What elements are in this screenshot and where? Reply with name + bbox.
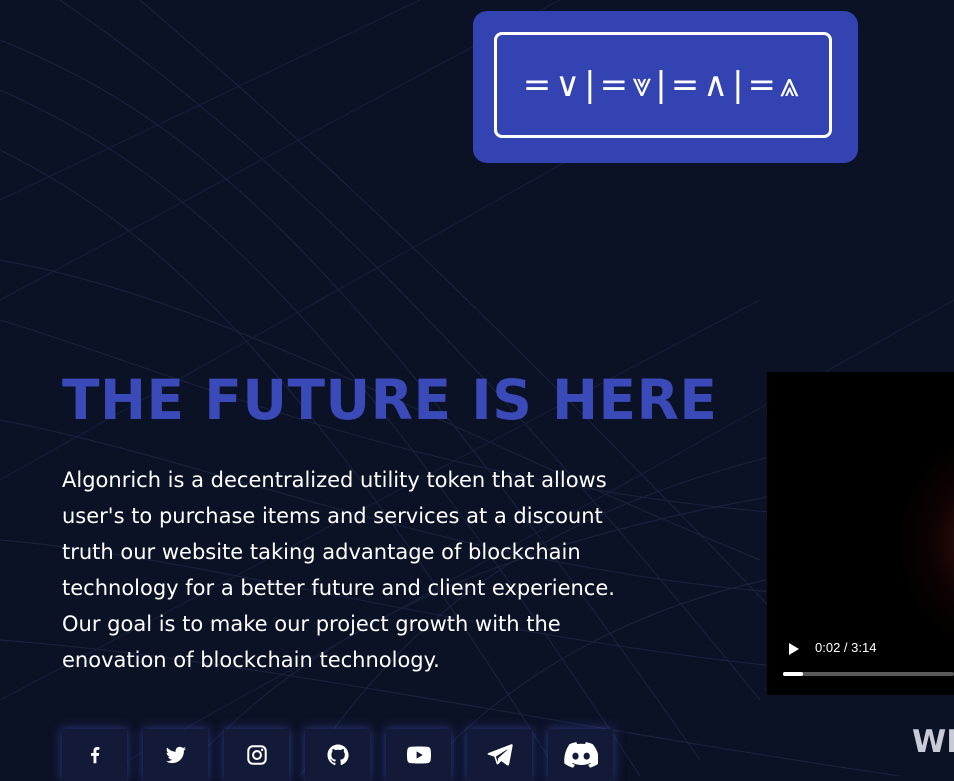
github-button[interactable] <box>305 729 370 781</box>
play-icon[interactable] <box>787 642 801 656</box>
brand-logo-text: =∨|=⩔|=∧|=⩓ <box>522 65 804 105</box>
video-progress-bar[interactable] <box>783 672 954 676</box>
hero-title: THE FUTURE IS HERE <box>62 368 718 432</box>
discord-icon <box>563 742 598 768</box>
facebook-icon <box>90 747 99 764</box>
brand-logo-frame: =∨|=⩔|=∧|=⩓ <box>494 32 832 138</box>
github-icon <box>327 744 349 766</box>
youtube-icon <box>406 746 431 764</box>
telegram-button[interactable] <box>467 729 532 781</box>
instagram-icon <box>246 745 267 765</box>
facebook-button[interactable] <box>62 729 127 781</box>
telegram-icon <box>487 744 513 766</box>
next-section-heading: WH <box>912 724 954 760</box>
hero-description: Algonrich is a decentralized utility tok… <box>62 468 615 672</box>
video-frame-glow <box>897 432 954 652</box>
youtube-button[interactable] <box>386 729 451 781</box>
discord-button[interactable] <box>548 729 613 781</box>
video-time: 0:02 / 3:14 <box>815 640 877 655</box>
brand-logo-card[interactable]: =∨|=⩔|=∧|=⩓ <box>473 11 858 163</box>
twitter-button[interactable] <box>143 729 208 781</box>
twitter-icon <box>165 746 186 764</box>
instagram-button[interactable] <box>224 729 289 781</box>
video-progress-fill <box>783 672 803 676</box>
video-player[interactable]: 0:02 / 3:14 <box>767 372 954 695</box>
